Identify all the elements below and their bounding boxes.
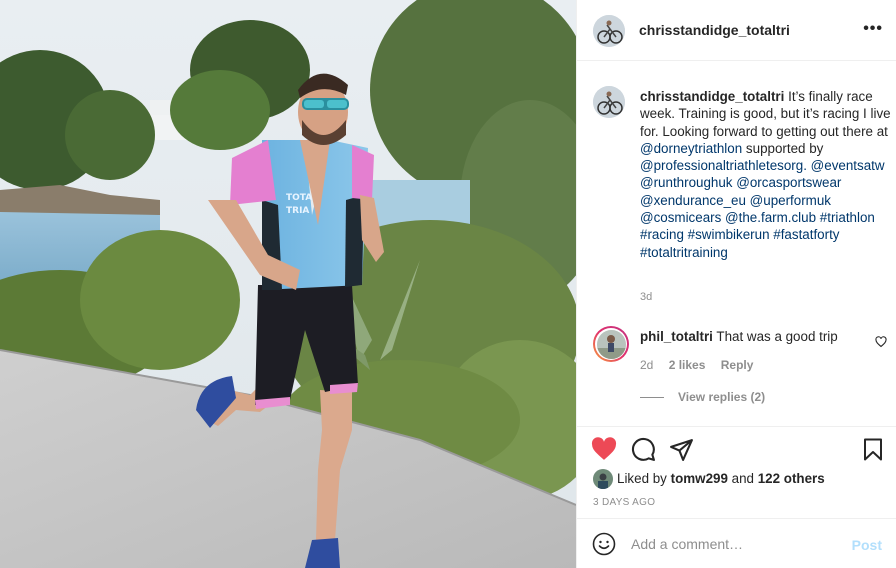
mention-link[interactable]: @professionaltriathletesorg. <box>640 158 807 173</box>
comment-meta: 2d 2 likes Reply <box>640 358 765 372</box>
svg-text:TOTA: TOTA <box>286 193 312 203</box>
view-replies-label: View replies (2) <box>678 390 766 404</box>
caption-supported-by: supported by <box>745 140 824 156</box>
author-username[interactable]: chrisstandidge_totaltri <box>639 22 790 38</box>
bookmark-icon[interactable] <box>861 437 885 462</box>
commenter-avatar <box>596 329 626 359</box>
heart-filled-icon[interactable] <box>591 437 617 461</box>
mention-link[interactable]: @cosmicears <box>640 210 721 225</box>
runner-photo: TOTA TRIA <box>0 0 576 568</box>
liker-avatar[interactable] <box>593 469 613 489</box>
author-avatar-image <box>593 15 625 47</box>
liked-by-others[interactable]: 122 others <box>758 471 825 486</box>
hashtag-link[interactable]: #racing <box>640 227 684 242</box>
post-date[interactable]: 3 DAYS AGO <box>593 497 655 508</box>
commenter-avatar-image <box>596 329 626 359</box>
svg-text:TRIA: TRIA <box>286 206 309 216</box>
caption-timestamp: 3d <box>640 291 653 303</box>
liked-by-text: Liked by tomw299 and 122 others <box>617 471 825 486</box>
view-replies-button[interactable]: View replies (2) <box>640 390 765 404</box>
liker-avatar-image <box>593 469 613 489</box>
mention-link[interactable]: @runthroughuk <box>640 175 733 190</box>
commenter-username[interactable]: phil_totaltri <box>640 329 713 344</box>
caption-text: chrisstandidge_totaltri It’s finally rac… <box>640 88 892 261</box>
post-photo[interactable]: TOTA TRIA <box>0 0 576 568</box>
add-comment-input[interactable] <box>631 530 841 558</box>
post-details-panel: chrisstandidge_totaltri ••• chrisstandid… <box>576 0 896 568</box>
hashtag-link[interactable]: #triathlon <box>820 210 875 225</box>
story-ring[interactable] <box>593 326 629 362</box>
caption-username[interactable]: chrisstandidge_totaltri <box>640 89 784 104</box>
mention-link[interactable]: @uperformuk <box>750 193 831 208</box>
mention-link[interactable]: @xendurance_eu <box>640 193 746 208</box>
author-avatar[interactable] <box>593 15 625 47</box>
more-horizontal-icon[interactable]: ••• <box>863 20 883 38</box>
hashtag-link[interactable]: #swimbikerun <box>688 227 770 242</box>
liked-by-prefix: Liked by <box>617 471 667 486</box>
comment-body: That was a good trip <box>716 329 838 344</box>
mention-link[interactable]: @dorneytriathlon <box>640 141 742 156</box>
post-comment-button[interactable]: Post <box>852 537 882 553</box>
comment-timestamp: 2d <box>640 358 654 372</box>
replies-divider <box>640 397 664 399</box>
comment-box-divider <box>577 518 896 519</box>
mention-link[interactable]: @the.farm.club <box>725 210 816 225</box>
liked-by-and: and <box>731 471 754 486</box>
comment-text: phil_totaltri That was a good trip <box>640 329 838 344</box>
comment-likes[interactable]: 2 likes <box>669 358 706 372</box>
caption-author-avatar[interactable] <box>593 86 625 118</box>
comment-icon[interactable] <box>631 437 656 462</box>
post-header: chrisstandidge_totaltri ••• <box>577 0 896 61</box>
comment-like-heart-icon[interactable] <box>875 336 887 348</box>
paper-plane-icon[interactable] <box>669 437 694 462</box>
smiley-icon[interactable] <box>592 532 616 556</box>
reply-button[interactable]: Reply <box>721 358 754 372</box>
mention-link[interactable]: @eventsatw <box>811 158 885 173</box>
caption-avatar-image <box>593 86 625 118</box>
mention-link[interactable]: @orcasportswear <box>736 175 841 190</box>
hashtag-link[interactable]: #fastatforty <box>773 227 839 242</box>
hashtag-link[interactable]: #totaltritraining <box>640 245 728 260</box>
liked-by-user[interactable]: tomw299 <box>671 471 728 486</box>
actions-divider <box>577 426 896 427</box>
caption-tag-list: @professionaltriathletesorg. @eventsatw … <box>640 158 885 259</box>
